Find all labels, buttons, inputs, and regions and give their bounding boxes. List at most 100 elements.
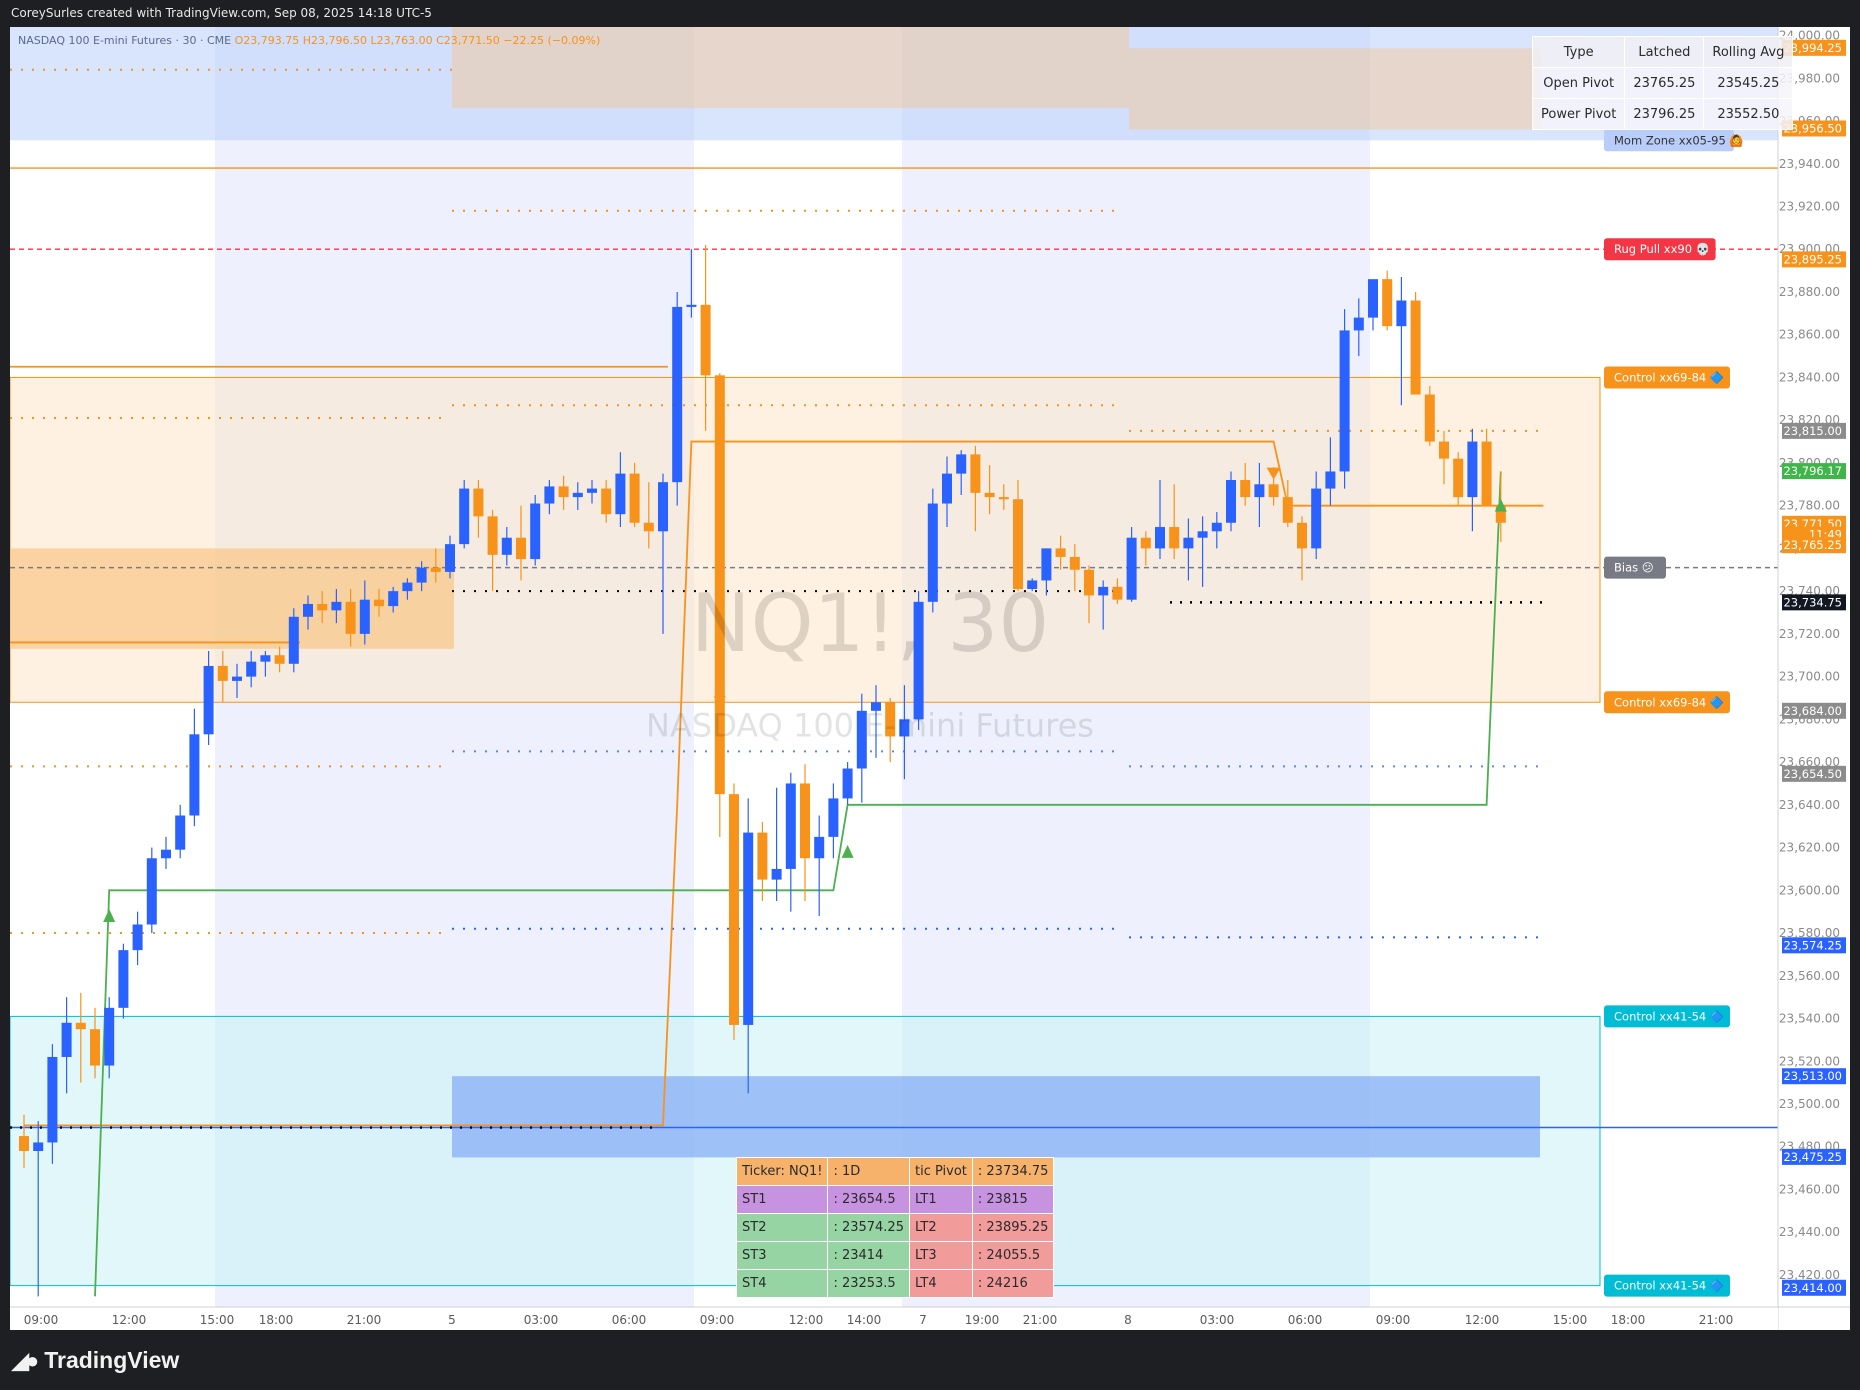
candle-body <box>672 306 683 483</box>
candle <box>1226 471 1236 532</box>
candle-body <box>303 603 313 617</box>
candle-body <box>132 924 143 951</box>
watermark-symbol: NQ1!, 30 <box>691 577 1049 670</box>
candle-body <box>317 603 328 611</box>
candle-body <box>1325 471 1336 489</box>
candle-body <box>1410 300 1421 395</box>
top-bar: CoreySurles created with TradingView.com… <box>0 0 1860 27</box>
candle-body <box>75 1022 86 1030</box>
candle-body <box>19 1136 29 1152</box>
levels-cell: : 24216 <box>971 1269 1055 1298</box>
candle-body <box>217 665 228 681</box>
x-tick-label: 12:00 <box>789 1313 824 1327</box>
candle-body <box>629 473 640 523</box>
y-tick-label: 23,720.00 <box>1779 627 1840 641</box>
candle-body <box>445 544 455 572</box>
candle-body <box>1126 537 1137 600</box>
x-tick-label: 12:00 <box>112 1313 147 1327</box>
candle-body <box>388 591 399 607</box>
candle-body <box>1368 279 1378 318</box>
candle-body <box>828 798 839 837</box>
candle <box>842 762 853 805</box>
price-chart[interactable]: NQ1!, 30NASDAQ 100 E-mini Futures23,420.… <box>0 27 1860 1330</box>
candle-body <box>1254 484 1265 498</box>
attribution-text: CoreySurles created with TradingView.com… <box>11 6 432 20</box>
y-tick-label: 23,460.00 <box>1779 1182 1840 1196</box>
candle-body <box>345 601 356 634</box>
candle-body <box>984 492 995 498</box>
candle-body <box>232 676 242 681</box>
candle-body <box>161 849 171 859</box>
x-tick-label: 14:00 <box>847 1313 882 1327</box>
y-tick-label: 23,620.00 <box>1779 841 1840 855</box>
candle-body <box>416 567 427 583</box>
candle-body <box>1055 548 1066 557</box>
y-tick-label: 23,440.00 <box>1779 1225 1840 1239</box>
pivot-cell: 23796.25 <box>1624 98 1705 130</box>
x-tick-label: 18:00 <box>1611 1313 1646 1327</box>
candle-body <box>814 836 825 859</box>
legend-change: −22.25 (−0.09%) <box>503 34 601 47</box>
candle-body <box>998 497 1009 500</box>
bottom-bar: ◢● TradingView <box>0 1330 1860 1390</box>
watermark-name: NASDAQ 100 E-mini Futures <box>646 706 1094 744</box>
candle <box>1424 385 1435 446</box>
candle-body <box>1183 537 1194 549</box>
candle-body <box>956 454 967 474</box>
candle-body <box>90 1029 100 1066</box>
level-label: Mom Zone xx05-95 🙆 <box>1614 133 1744 147</box>
y-tick-label: 23,840.00 <box>1779 370 1840 384</box>
pivot-cell: Power Pivot <box>1531 98 1626 130</box>
candle-body <box>1169 527 1180 549</box>
candle-body <box>516 537 526 560</box>
level-label: Control xx69-84 🔷 <box>1614 695 1724 709</box>
candle-body <box>1481 441 1492 506</box>
candle-body <box>1013 499 1023 590</box>
candle <box>288 608 299 673</box>
candle-body <box>1041 548 1052 581</box>
candle <box>146 847 157 934</box>
candle-body <box>146 858 157 925</box>
x-tick-label: 5 <box>448 1313 456 1327</box>
candle-body <box>288 616 299 664</box>
candle-body <box>1112 586 1123 600</box>
candle-body <box>601 488 612 515</box>
candle-body <box>686 304 697 307</box>
legend-title: NASDAQ 100 E-mini Futures · 30 · CME <box>18 34 232 47</box>
candle <box>1410 291 1421 395</box>
y-tick-label: 23,700.00 <box>1779 670 1840 684</box>
candle-body <box>1084 569 1094 596</box>
levels-table: Ticker: NQ1! : 1D tic Pivot : 23734.75 S… <box>735 1157 1055 1298</box>
x-tick-label: 8 <box>1124 1313 1132 1327</box>
x-tick-label: 03:00 <box>524 1313 559 1327</box>
x-tick-label: 21:00 <box>1023 1313 1058 1327</box>
legend-open: O23,793.75 <box>234 34 300 47</box>
x-tick-label: 15:00 <box>200 1313 235 1327</box>
candle <box>459 480 470 549</box>
candle <box>729 783 739 1040</box>
symbol-legend[interactable]: NASDAQ 100 E-mini Futures · 30 · CME O23… <box>18 34 600 47</box>
candle-body <box>1311 488 1322 549</box>
candle-body <box>572 492 583 498</box>
x-tick-label: 21:00 <box>347 1313 382 1327</box>
candle-body <box>800 783 810 859</box>
pivot-header-type: Type <box>1531 36 1626 68</box>
candle-body <box>1226 480 1236 523</box>
candle-body <box>643 522 654 532</box>
candle-body <box>1282 497 1293 523</box>
levels-cell: LT2 <box>908 1213 973 1242</box>
candle-body <box>246 661 257 677</box>
candle-body <box>430 567 441 572</box>
candle-body <box>61 1022 72 1057</box>
y-tick-label: 23,940.00 <box>1779 157 1840 171</box>
candle-body <box>1098 586 1109 596</box>
y-tick-label: 23,520.00 <box>1779 1054 1840 1068</box>
levels-cell: LT1 <box>908 1185 973 1214</box>
x-tick-label: 7 <box>919 1313 927 1327</box>
candle-body <box>501 537 512 555</box>
candle <box>118 943 129 1019</box>
candle-body <box>1353 317 1364 331</box>
pivot-cell: 23545.25 <box>1703 67 1794 99</box>
legend-low: L23,763.00 <box>370 34 433 47</box>
tradingview-logo[interactable]: ◢● TradingView <box>12 1347 179 1374</box>
